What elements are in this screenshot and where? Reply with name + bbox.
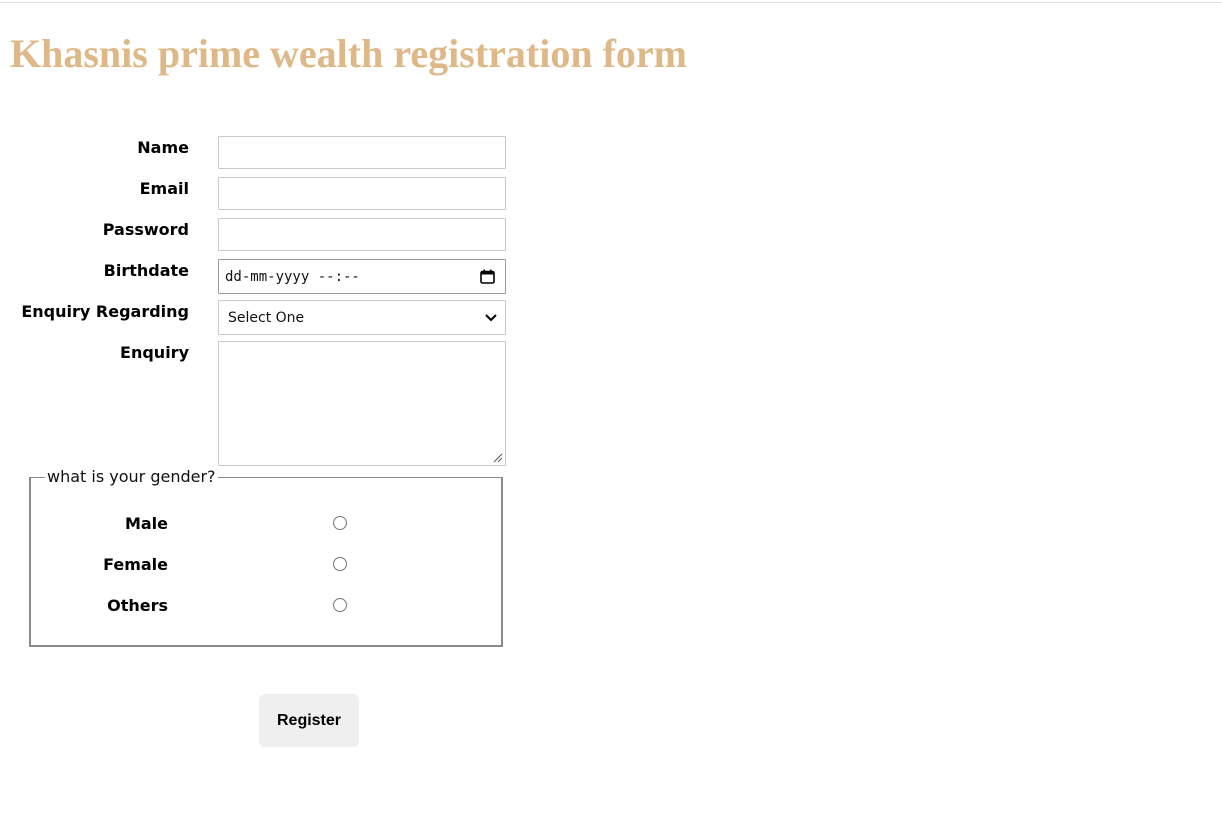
gender-female-radio[interactable] bbox=[333, 557, 347, 571]
register-button-label: Register bbox=[276, 711, 342, 729]
name-input[interactable] bbox=[218, 136, 506, 169]
password-input[interactable] bbox=[218, 218, 506, 251]
name-label: Name bbox=[137, 138, 189, 157]
enquiry-label: Enquiry bbox=[120, 343, 189, 362]
email-input[interactable] bbox=[218, 177, 506, 210]
gender-male-label: Male bbox=[124, 514, 168, 533]
gender-female-label: Female bbox=[103, 555, 168, 574]
birthdate-input[interactable]: dd-mm-yyyy --:-- bbox=[218, 259, 506, 294]
register-button[interactable]: Register bbox=[259, 694, 359, 747]
email-label: Email bbox=[139, 179, 189, 198]
top-divider bbox=[0, 2, 1222, 3]
enquiry-regarding-value: Select One bbox=[228, 309, 305, 326]
enquiry-regarding-select[interactable]: Select One bbox=[218, 300, 506, 335]
enquiry-regarding-label: Enquiry Regarding bbox=[21, 302, 189, 321]
calendar-icon[interactable] bbox=[480, 269, 495, 284]
birthdate-label: Birthdate bbox=[103, 261, 189, 280]
page-title: Khasnis prime wealth registration form bbox=[10, 31, 687, 76]
gender-male-radio[interactable] bbox=[333, 516, 347, 530]
enquiry-textarea[interactable] bbox=[218, 341, 506, 466]
gender-others-label: Others bbox=[107, 596, 168, 615]
resize-handle-icon[interactable] bbox=[493, 453, 503, 463]
gender-others-radio[interactable] bbox=[333, 598, 347, 612]
birthdate-placeholder: dd-mm-yyyy --:-- bbox=[225, 268, 360, 285]
chevron-down-icon bbox=[485, 314, 497, 322]
gender-legend: what is your gender? bbox=[45, 467, 218, 487]
password-label: Password bbox=[102, 220, 189, 239]
